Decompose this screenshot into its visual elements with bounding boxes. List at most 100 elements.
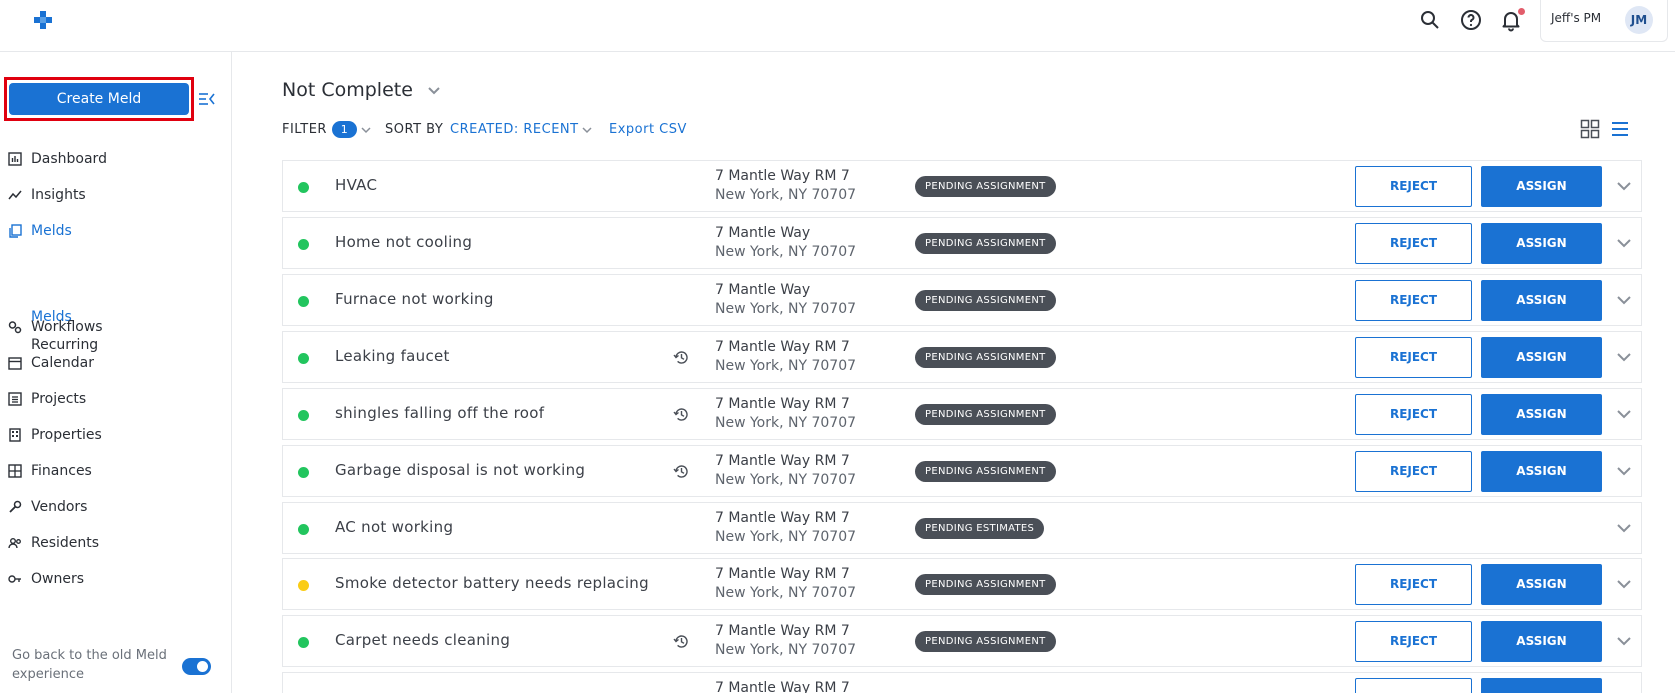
meld-title[interactable]: Home not cooling — [335, 233, 472, 251]
chevron-down-icon[interactable] — [1616, 578, 1632, 590]
sort-by-label: SORT BY — [385, 122, 444, 137]
address-line-2: New York, NY 70707 — [715, 301, 857, 317]
meld-title[interactable]: Garbage disposal is not working — [335, 461, 585, 479]
reject-button[interactable]: REJECT — [1355, 621, 1472, 662]
sidebar-item-label: Insights — [31, 187, 86, 203]
meld-title[interactable]: Carpet needs cleaning — [335, 631, 510, 649]
address-line-1[interactable]: 7 Mantle Way RM 7 — [715, 623, 850, 639]
old-experience-label: Go back to the old Meld experience — [12, 648, 167, 682]
chevron-down-icon[interactable] — [361, 127, 371, 134]
priority-dot — [298, 296, 309, 307]
sidebar-item-residents[interactable]: Residents — [8, 532, 218, 556]
collapse-sidebar-icon[interactable] — [198, 90, 216, 108]
reject-button[interactable]: REJECT — [1355, 223, 1472, 264]
meld-row[interactable]: Garbage disposal is not working 7 Mantle … — [282, 445, 1642, 497]
grid-view-icon[interactable] — [1580, 119, 1600, 139]
meld-row[interactable]: AC not working 7 Mantle Way RM 7 New York,… — [282, 502, 1642, 554]
address-line-1[interactable]: 7 Mantle Way RM 7 — [715, 453, 850, 469]
sidebar-item-owners[interactable]: Owners — [8, 568, 218, 592]
meld-title[interactable]: Smoke detector battery needs replacing — [335, 574, 649, 592]
address-line-1[interactable]: 7 Mantle Way RM 7 — [715, 339, 850, 355]
address-line-1[interactable]: 7 Mantle Way — [715, 225, 810, 241]
filter-button[interactable]: FILTER — [282, 122, 327, 137]
status-badge: PENDING ASSIGNMENT — [915, 404, 1056, 425]
sidebar-item-calendar[interactable]: Calendar — [8, 352, 218, 376]
assign-button[interactable]: ASSIGN — [1481, 166, 1602, 207]
chevron-down-icon[interactable] — [1616, 180, 1632, 192]
list-view-icon[interactable] — [1610, 119, 1630, 139]
export-csv-link[interactable]: Export CSV — [609, 122, 687, 137]
chevron-down-icon[interactable] — [1616, 635, 1632, 647]
meld-title[interactable]: AC not working — [335, 518, 453, 536]
address-line-1[interactable]: 7 Mantle Way RM 7 — [715, 510, 850, 526]
old-experience-toggle[interactable] — [182, 658, 211, 675]
reject-button[interactable]: REJECT — [1355, 166, 1472, 207]
assign-button[interactable]: ASSIGN — [1481, 621, 1602, 662]
meld-row[interactable]: Home not cooling 7 Mantle Way New York, NY… — [282, 217, 1642, 269]
dashboard-icon — [8, 152, 22, 166]
meld-title[interactable]: shingles falling off the roof — [335, 404, 544, 422]
priority-dot — [298, 239, 309, 250]
sidebar-item-melds[interactable]: Melds — [8, 220, 218, 244]
assign-button[interactable]: ASSIGN — [1481, 564, 1602, 605]
owners-icon — [8, 575, 21, 583]
meld-row[interactable]: shingles falling off the roof 7 Mantle Wa… — [282, 388, 1642, 440]
avatar: JM — [1625, 6, 1653, 34]
meld-row[interactable]: Carpet needs cleaning 7 Mantle Way RM 7 Ne… — [282, 615, 1642, 667]
search-icon[interactable] — [1418, 8, 1442, 32]
sidebar-item-projects[interactable]: Projects — [8, 388, 218, 412]
chevron-down-icon[interactable] — [427, 86, 441, 96]
sidebar-item-label: Calendar — [31, 355, 94, 371]
meld-row[interactable]: Smoke detector battery needs replacing 7 … — [282, 558, 1642, 610]
sidebar-item-properties[interactable]: Properties — [8, 424, 218, 448]
reject-button[interactable]: REJECT — [1355, 337, 1472, 378]
assign-button[interactable]: ASSIGN — [1481, 678, 1602, 693]
meld-row[interactable]: Furnace not working 7 Mantle Way New York,… — [282, 274, 1642, 326]
assign-button[interactable]: ASSIGN — [1481, 223, 1602, 264]
logo-icon[interactable] — [32, 9, 54, 31]
meld-row[interactable]: Leaking faucet 7 Mantle Way RM 7 New York,… — [282, 331, 1642, 383]
address-line-1[interactable]: 7 Mantle Way RM 7 — [715, 680, 850, 693]
reject-button[interactable]: REJECT — [1355, 394, 1472, 435]
meld-title[interactable]: HVAC — [335, 176, 377, 194]
address-line-1[interactable]: 7 Mantle Way RM 7 — [715, 168, 850, 184]
recurring-icon — [673, 408, 688, 421]
user-menu[interactable]: Jeff's PM JM — [1540, 0, 1668, 42]
calendar-icon — [8, 357, 22, 370]
meld-title[interactable]: Leaking faucet — [335, 347, 450, 365]
create-meld-button[interactable]: Create Meld — [9, 83, 189, 115]
address-line-1[interactable]: 7 Mantle Way RM 7 — [715, 396, 850, 412]
view-title[interactable]: Not Complete — [282, 79, 413, 101]
chevron-down-icon[interactable] — [1616, 237, 1632, 249]
assign-button[interactable]: ASSIGN — [1481, 451, 1602, 492]
reject-button[interactable]: REJECT — [1355, 678, 1472, 693]
sidebar-item-dashboard[interactable]: Dashboard — [8, 148, 218, 172]
assign-button[interactable]: ASSIGN — [1481, 337, 1602, 378]
reject-button[interactable]: REJECT — [1355, 564, 1472, 605]
chevron-down-icon[interactable] — [1616, 522, 1632, 534]
reject-button[interactable]: REJECT — [1355, 280, 1472, 321]
chevron-down-icon[interactable] — [582, 127, 592, 134]
chevron-down-icon[interactable] — [1616, 294, 1632, 306]
chevron-down-icon[interactable] — [1616, 351, 1632, 363]
priority-dot — [298, 580, 309, 591]
meld-title[interactable]: Furnace not working — [335, 290, 494, 308]
sidebar-item-workflows[interactable]: Workflows — [8, 316, 218, 340]
sidebar-item-vendors[interactable]: Vendors — [8, 496, 218, 520]
assign-button[interactable]: ASSIGN — [1481, 394, 1602, 435]
residents-icon — [8, 538, 21, 549]
address-line-1[interactable]: 7 Mantle Way RM 7 — [715, 566, 850, 582]
address-line-2: New York, NY 70707 — [715, 585, 857, 601]
chevron-down-icon[interactable] — [1616, 408, 1632, 420]
help-icon[interactable] — [1459, 8, 1483, 32]
meld-row[interactable]: 7 Mantle Way RM 7 REJECT ASSIGN — [282, 672, 1642, 693]
assign-button[interactable]: ASSIGN — [1481, 280, 1602, 321]
sidebar-item-finances[interactable]: Finances — [8, 460, 218, 484]
priority-dot — [298, 467, 309, 478]
sidebar-item-insights[interactable]: Insights — [8, 184, 218, 208]
address-line-1[interactable]: 7 Mantle Way — [715, 282, 810, 298]
sort-by-button[interactable]: CREATED: RECENT — [450, 122, 579, 137]
chevron-down-icon[interactable] — [1616, 465, 1632, 477]
reject-button[interactable]: REJECT — [1355, 451, 1472, 492]
meld-row[interactable]: HVAC 7 Mantle Way RM 7 New York, NY 70707 P… — [282, 160, 1642, 212]
